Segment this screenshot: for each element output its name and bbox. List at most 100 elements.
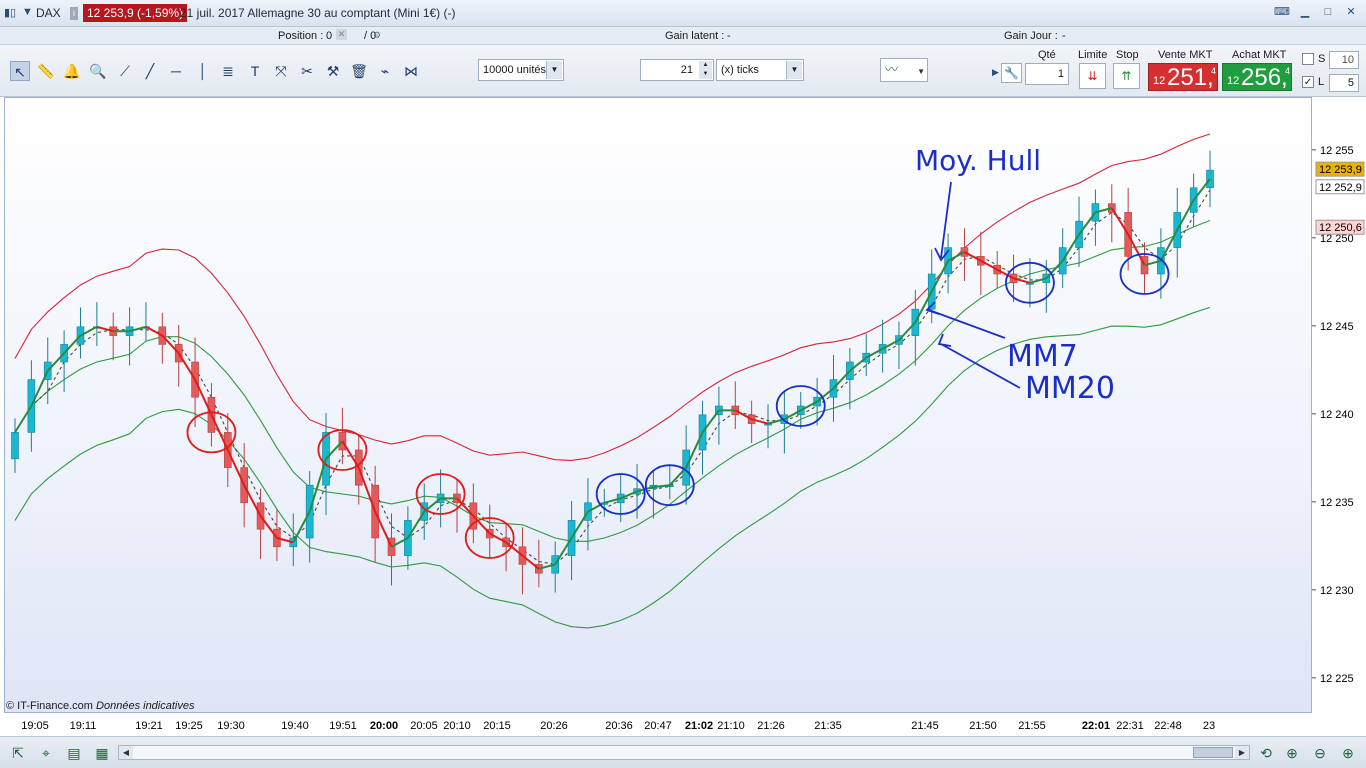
zoom-out-icon[interactable]: ⊖ (1310, 743, 1330, 763)
x-tick-label: 19:51 (329, 720, 357, 732)
chart-area[interactable]: Moy. Hull MM7 MM20 (4, 97, 1312, 713)
fibonacci-icon[interactable]: ≣ (218, 61, 238, 81)
stop-loss-input[interactable]: 10 (1329, 51, 1359, 69)
maximize-icon[interactable]: □ (1319, 4, 1337, 20)
instrument-description: 21 juil. 2017 Allemagne 30 au comptant (… (180, 6, 456, 20)
x-tick-label: 19:40 (281, 720, 309, 732)
scroll-right-icon[interactable]: ▶ (1235, 746, 1249, 759)
scroll-left-icon[interactable]: ◀ (119, 746, 133, 759)
text-icon[interactable]: T (245, 61, 265, 81)
window-controls: ⌨ ▁ □ ✕ (1273, 4, 1360, 20)
x-tick-label: 22:01 (1082, 720, 1110, 732)
ticks-unit-value: (x) ticks (721, 64, 759, 76)
chevron-down-icon[interactable]: ▼ (786, 61, 802, 79)
sell-market-button[interactable]: 12 251, 4 (1148, 63, 1218, 91)
horizontal-scrollbar[interactable]: ◀ ▶ (118, 745, 1250, 760)
copyright-note: © IT-Finance.com Données indicatives (6, 700, 194, 712)
ruler-icon[interactable]: 📏 (36, 61, 56, 81)
sell-price-prefix: 12 (1153, 75, 1166, 87)
position-label: Position : (278, 30, 324, 42)
y-tick-label: 12 240 (1320, 409, 1354, 421)
limit-order-button[interactable]: ⇊ (1079, 63, 1106, 89)
wrench-icon[interactable]: 🔧 (1001, 63, 1022, 83)
bollinger-upper-line (14, 133, 1211, 461)
stop-loss-label: S (1318, 53, 1326, 65)
limit-checkbox[interactable]: ✓ (1302, 76, 1314, 88)
arrows-icon[interactable]: ⤧ (271, 61, 291, 81)
list-icon[interactable]: ▤ (64, 743, 84, 763)
handwritten-annotation: MM7 (1007, 339, 1078, 374)
limit-input[interactable]: 5 (1329, 74, 1359, 92)
segment-icon[interactable]: ╱ (140, 61, 160, 81)
y-tick-label: 12 225 (1320, 673, 1354, 685)
minimize-icon[interactable]: ▁ (1296, 4, 1314, 20)
alert-bell-icon[interactable]: 🔔 (62, 61, 82, 81)
units-dropdown[interactable]: 10000 unités ▼ (478, 59, 564, 81)
vertical-line-icon[interactable]: │ (193, 61, 213, 81)
position-value: 0 (326, 30, 333, 42)
zoom-in-icon[interactable]: ⊕ (1338, 743, 1358, 763)
time-axis[interactable]: 19:05 19:11 19:21 19:25 19:30 19:40 19:51 20:00… (0, 713, 1312, 735)
qty-input[interactable]: 1 (1025, 63, 1069, 85)
x-tick-label: 21:02 (685, 720, 713, 732)
x-tick-label: 21:26 (757, 720, 785, 732)
copyright-disclaimer: Données indicatives (96, 700, 195, 712)
price-axis[interactable]: 12 255 12 250 12 245 12 240 12 235 12 230 12 2… (1312, 97, 1366, 713)
x-tick-label: 20:47 (644, 720, 672, 732)
chart-window-icon[interactable]: ▮▯ (4, 6, 16, 19)
scroll-thumb[interactable] (1193, 747, 1233, 758)
instrument-symbol[interactable]: DAX (36, 6, 61, 20)
buy-market-button[interactable]: 12 256, 4 (1222, 63, 1292, 91)
stop-order-button[interactable]: ⇈ (1113, 63, 1140, 89)
info-icon[interactable]: i (70, 7, 78, 20)
auto-scale-icon[interactable]: ⇱ (8, 743, 28, 763)
annotation-arrow (925, 301, 1006, 339)
close-position-icon[interactable]: ✕ (336, 29, 347, 40)
cursor-icon[interactable]: ↖ (10, 61, 30, 81)
y-tick-label: 12 235 (1320, 497, 1354, 509)
close-icon[interactable]: ✕ (1342, 4, 1360, 20)
x-tick-label: 23 (1203, 720, 1215, 732)
ticks-unit-dropdown[interactable]: (x) ticks ▼ (716, 59, 804, 81)
hammer-icon[interactable]: ⚒ (323, 61, 343, 81)
position-bar: Position : 0 ✕ / 0 ⚙ Gain latent : - Gai… (0, 27, 1366, 45)
tools-icon[interactable]: ✂ (297, 61, 317, 81)
horizontal-line-icon[interactable]: ─ (166, 61, 186, 81)
y-tick-label: 12 255 (1320, 145, 1354, 157)
position-details-icon[interactable]: ⚙ (373, 30, 381, 41)
zoom-fit-icon[interactable]: ⊕ (1282, 743, 1302, 763)
x-tick-label: 21:55 (1018, 720, 1046, 732)
x-tick-label: 19:21 (135, 720, 163, 732)
y-tick-label: 12 230 (1320, 585, 1354, 597)
title-bar: ▮▯ ▼ DAX i 12 253,9 (-1,59%) 21 juil. 20… (0, 0, 1366, 27)
trash-icon[interactable]: 🗑 (349, 61, 369, 81)
chevron-down-icon[interactable]: ▼ (917, 61, 925, 83)
crosshair-icon[interactable]: ⌖ (36, 743, 56, 763)
gain-latent-label: Gain latent : (665, 30, 725, 42)
pattern-icon[interactable]: ⋈ (401, 61, 421, 81)
grid-icon[interactable]: ▦ (92, 743, 112, 763)
zoom-icon[interactable]: 🔍 (88, 61, 108, 81)
limit-label: Limite (1078, 49, 1108, 61)
buy-market-label: Achat MKT (1232, 49, 1287, 61)
x-tick-label: 19:11 (70, 720, 97, 732)
dropdown-icon[interactable]: ▼ (22, 6, 33, 18)
keyboard-icon[interactable]: ⌨ (1273, 4, 1291, 20)
buy-price-main: 256, (1241, 64, 1288, 91)
indicators-button[interactable]: 〰 ▼ (880, 58, 928, 82)
price-chart[interactable]: Moy. Hull MM7MM20 (5, 98, 1313, 714)
trendline-icon[interactable]: ⌁ (375, 61, 395, 81)
ticks-input[interactable]: 21 ▲ ▼ (640, 59, 714, 81)
limit-order-icon: ⇊ (1087, 69, 1098, 83)
line-icon[interactable]: ⟋ (115, 61, 135, 81)
gain-jour-label: Gain Jour : (1004, 30, 1058, 42)
stop-loss-checkbox[interactable] (1302, 53, 1314, 65)
y-tick-label: 12 245 (1320, 321, 1354, 333)
x-tick-label: 21:35 (814, 720, 842, 732)
spinner-icon[interactable]: ▲ ▼ (699, 61, 712, 79)
zoom-indicator-icon[interactable]: ⟲ (1256, 743, 1276, 763)
chevron-down-icon[interactable]: ▼ (546, 61, 562, 79)
sell-price-sup: 4 (1211, 66, 1217, 76)
collapse-icon[interactable]: ▶ (992, 67, 999, 78)
ticks-input-value: 21 (680, 64, 693, 76)
